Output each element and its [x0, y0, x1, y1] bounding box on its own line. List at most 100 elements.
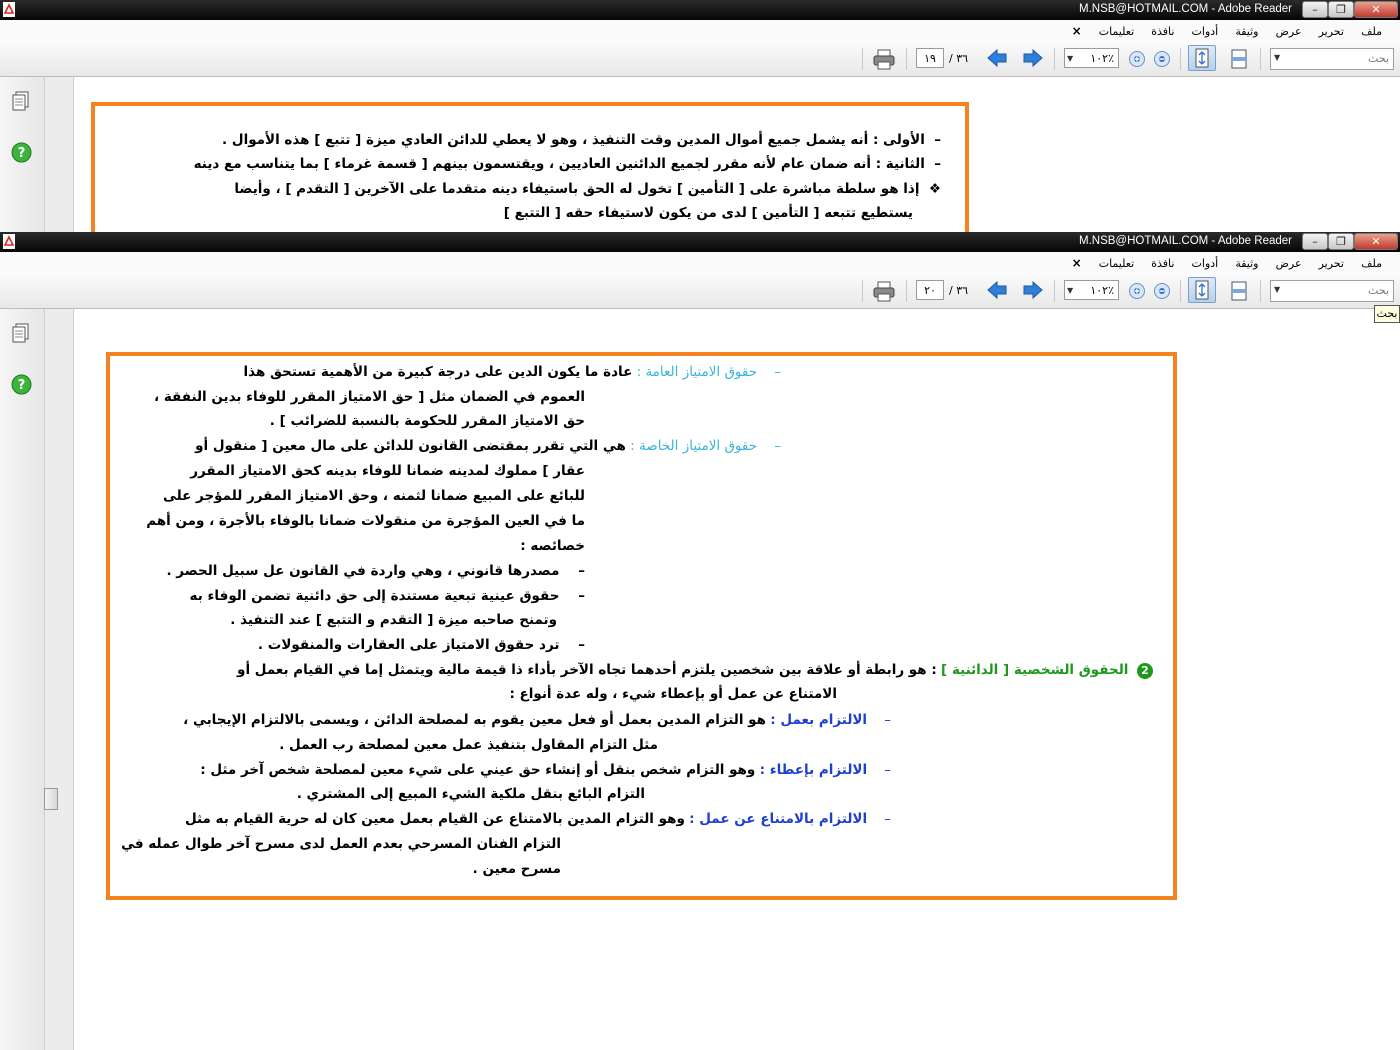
menu-document[interactable]: وثيقة — [1235, 253, 1258, 270]
bullet: – — [934, 132, 941, 148]
help-icon[interactable]: ? — [11, 374, 32, 395]
line-text: هو التزام المدين بعمل أو فعل معين يقوم ب… — [183, 712, 766, 728]
text-line: العموم في الضمان مثل [ حق الامتياز المقر… — [154, 389, 585, 405]
line-text: حقوق عينية تبعية مستندة إلى حق دائنية تض… — [189, 588, 560, 604]
bullet: – — [578, 563, 585, 579]
toolbar-separator — [906, 280, 907, 302]
text-line: يستطيع تتبعه [ التأمين ] لدى من يكون لاس… — [504, 203, 913, 223]
minimize-button[interactable]: – — [1302, 233, 1328, 250]
text-line: عقار ] مملوك لمدينه ضمانا للوفاء بدينه ك… — [190, 463, 585, 479]
dropdown-arrow-icon: ▼ — [1274, 53, 1281, 62]
text-line: – الالتزام بالامتناع عن عمل : وهو التزام… — [185, 809, 891, 829]
zoom-in-icon[interactable] — [1128, 282, 1146, 300]
line-text: هي التي تقرر بمقتضى القانون للدائن على م… — [195, 438, 626, 454]
text-line: ❖ إذا هو سلطة مباشرة على [ التأمين ] تخو… — [234, 179, 941, 199]
next-page-icon[interactable] — [1022, 48, 1044, 68]
page-number-input[interactable]: ١٩ — [916, 48, 944, 68]
bullet: – — [578, 588, 585, 604]
text-line: مسرح معين . — [472, 861, 561, 877]
fit-page-button[interactable] — [1188, 45, 1216, 71]
menu-view[interactable]: عرض — [1276, 21, 1302, 38]
search-tooltip: بحث — [1374, 305, 1400, 323]
previous-page-icon[interactable] — [986, 48, 1008, 68]
maximize-button[interactable]: ❐ — [1328, 1, 1354, 18]
toolbar: ١٩ / ٣٦ ▼ ١٠٢٪ ▼ بحث — [0, 42, 1400, 77]
page-number-input[interactable]: ٢٠ — [916, 280, 944, 300]
text-line: – حقوق عينية تبعية مستندة إلى حق دائنية … — [190, 586, 585, 606]
previous-page-icon[interactable] — [986, 280, 1008, 300]
menu-help[interactable]: تعليمات — [1099, 21, 1134, 38]
heading-obligation-to-act: الالتزام بعمل : — [770, 712, 868, 728]
zoom-value: ١٠٢٪ — [1090, 52, 1114, 65]
search-input[interactable]: ▼ بحث — [1270, 48, 1394, 70]
toolbar-separator — [862, 280, 863, 302]
bullet: – — [934, 156, 941, 172]
menu-document[interactable]: وثيقة — [1235, 21, 1258, 38]
pages-icon[interactable] — [12, 91, 30, 111]
content-box: – حقوق الامتياز العامة : عادة ما يكون ال… — [106, 352, 1177, 900]
text-line: – حقوق الامتياز الخاصة : هي التي تقرر بم… — [195, 436, 781, 456]
menu-bar: ملف تحرير عرض وثيقة أدوات نافذة تعليمات … — [0, 252, 1400, 275]
next-page-icon[interactable] — [1022, 280, 1044, 300]
bullet: ❖ — [928, 181, 941, 197]
zoom-in-icon[interactable] — [1128, 50, 1146, 68]
number-two-badge: 2 — [1137, 663, 1153, 679]
fit-width-icon[interactable] — [1228, 48, 1250, 70]
menu-edit[interactable]: تحرير — [1319, 253, 1344, 270]
text-line: التزام الفنان المسرحي بعدم العمل لدى مسر… — [121, 836, 561, 852]
zoom-select[interactable]: ▼ ١٠٢٪ — [1064, 280, 1119, 300]
dropdown-arrow-icon: ▼ — [1067, 54, 1074, 63]
search-placeholder: بحث — [1368, 284, 1389, 297]
line-text: الأولى : أنه يشمل جميع أموال المدين وقت … — [222, 132, 925, 148]
close-document-icon[interactable]: × — [1072, 21, 1082, 38]
line-text: وهو التزام شخص بنقل أو إنشاء حق عيني على… — [200, 762, 756, 778]
print-icon[interactable] — [872, 280, 896, 302]
heading-general-privilege: حقوق الامتياز العامة : — [636, 364, 758, 380]
line-text: مصدرها قانوني ، وهي واردة في القانون عل … — [166, 563, 560, 579]
menu-file[interactable]: ملف — [1361, 253, 1382, 270]
close-window-button[interactable]: ✕ — [1354, 1, 1398, 18]
maximize-button[interactable]: ❐ — [1328, 233, 1354, 250]
line-text: الثانية : أنه ضمان عام لأنه مقرر لجميع ا… — [193, 156, 925, 172]
fit-width-icon[interactable] — [1228, 280, 1250, 302]
toolbar-separator — [1054, 48, 1055, 70]
menu-edit[interactable]: تحرير — [1319, 21, 1344, 38]
search-placeholder: بحث — [1368, 52, 1389, 65]
document-gutter — [45, 77, 74, 232]
toolbar-separator — [1260, 48, 1261, 70]
menu-file[interactable]: ملف — [1361, 21, 1382, 38]
title-bar[interactable]: M.NSB@HOTMAIL.COM - Adobe Reader – ❐ ✕ — [0, 232, 1400, 252]
help-icon[interactable]: ? — [11, 142, 32, 163]
text-line: – مصدرها قانوني ، وهي واردة في القانون ع… — [166, 561, 585, 581]
zoom-select[interactable]: ▼ ١٠٢٪ — [1064, 48, 1119, 68]
menu-tools[interactable]: أدوات — [1192, 253, 1219, 270]
title-bar[interactable]: M.NSB@HOTMAIL.COM - Adobe Reader – ❐ ✕ — [0, 0, 1400, 20]
reader-window-2: M.NSB@HOTMAIL.COM - Adobe Reader – ❐ ✕ م… — [0, 232, 1400, 1050]
menu-view[interactable]: عرض — [1276, 253, 1302, 270]
search-input[interactable]: ▼ بحث — [1270, 280, 1394, 302]
pages-icon[interactable] — [12, 323, 30, 343]
fit-page-button[interactable] — [1188, 277, 1216, 303]
text-line: – ترد حقوق الامتياز على العقارات والمنقو… — [258, 635, 585, 655]
menu-window[interactable]: نافذة — [1151, 21, 1174, 38]
close-document-icon[interactable]: × — [1072, 253, 1082, 270]
close-window-button[interactable]: ✕ — [1354, 233, 1398, 250]
window-title: M.NSB@HOTMAIL.COM - Adobe Reader — [1079, 3, 1292, 15]
text-line: خصائصه : — [520, 538, 585, 554]
toolbar: ٢٠ / ٣٦ ▼ ١٠٢٪ ▼ بحث — [0, 274, 1400, 309]
panel-resize-handle[interactable] — [44, 788, 58, 810]
menu-tools[interactable]: أدوات — [1192, 21, 1219, 38]
minimize-button[interactable]: – — [1302, 1, 1328, 18]
text-line: ما في العين المؤجرة من منقولات ضمانا بال… — [146, 513, 585, 529]
menu-help[interactable]: تعليمات — [1099, 253, 1134, 270]
menu-window[interactable]: نافذة — [1151, 253, 1174, 270]
toolbar-separator — [906, 48, 907, 70]
document-gutter — [45, 309, 74, 1050]
heading-obligation-to-refrain: الالتزام بالامتناع عن عمل : — [689, 811, 868, 827]
print-icon[interactable] — [872, 48, 896, 70]
content-box: – الأولى : أنه يشمل جميع أموال المدين وق… — [91, 102, 969, 232]
adobe-pdf-icon — [3, 234, 15, 249]
zoom-out-icon[interactable] — [1153, 50, 1171, 68]
zoom-out-icon[interactable] — [1153, 282, 1171, 300]
text-line: – الأولى : أنه يشمل جميع أموال المدين وق… — [222, 130, 941, 150]
